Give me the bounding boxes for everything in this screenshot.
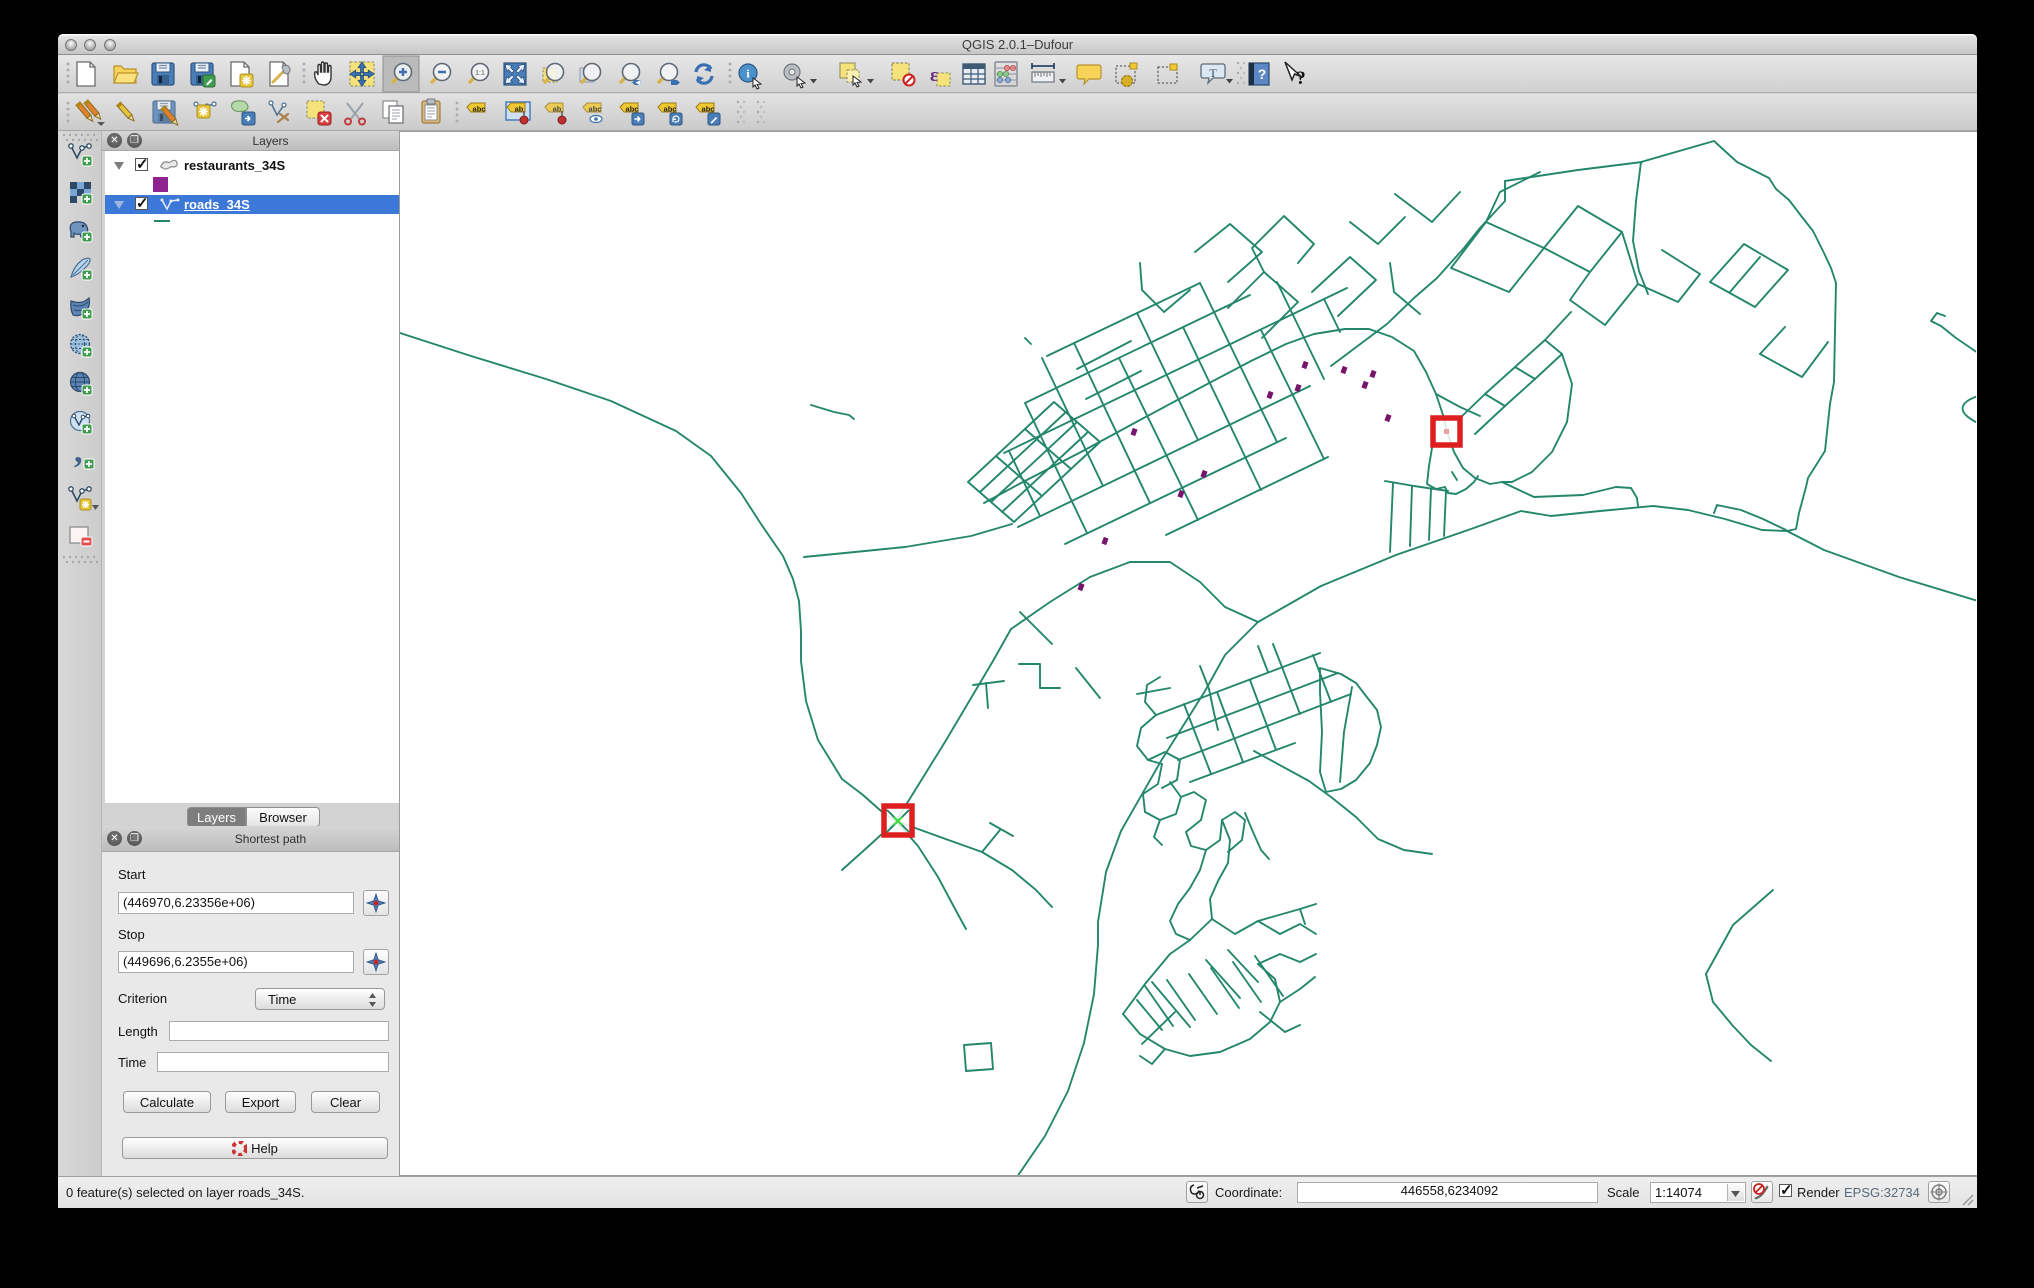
svg-text:◀: ◀: [635, 80, 641, 87]
svg-text:?: ?: [1258, 66, 1267, 82]
svg-text:abc: abc: [473, 105, 486, 114]
svg-text:ε: ε: [930, 65, 938, 86]
svg-text:abc: abc: [702, 105, 715, 114]
svg-text:ab: ab: [553, 105, 562, 114]
svg-text:abc: abc: [589, 105, 602, 114]
svg-text:ab: ab: [515, 105, 524, 114]
svg-text:abc: abc: [664, 105, 677, 114]
svg-text:abc: abc: [626, 105, 639, 114]
svg-text:,: ,: [74, 433, 83, 470]
svg-text:?: ?: [1296, 68, 1306, 89]
svg-text:1:1: 1:1: [475, 70, 485, 77]
svg-text:T: T: [1209, 66, 1217, 80]
